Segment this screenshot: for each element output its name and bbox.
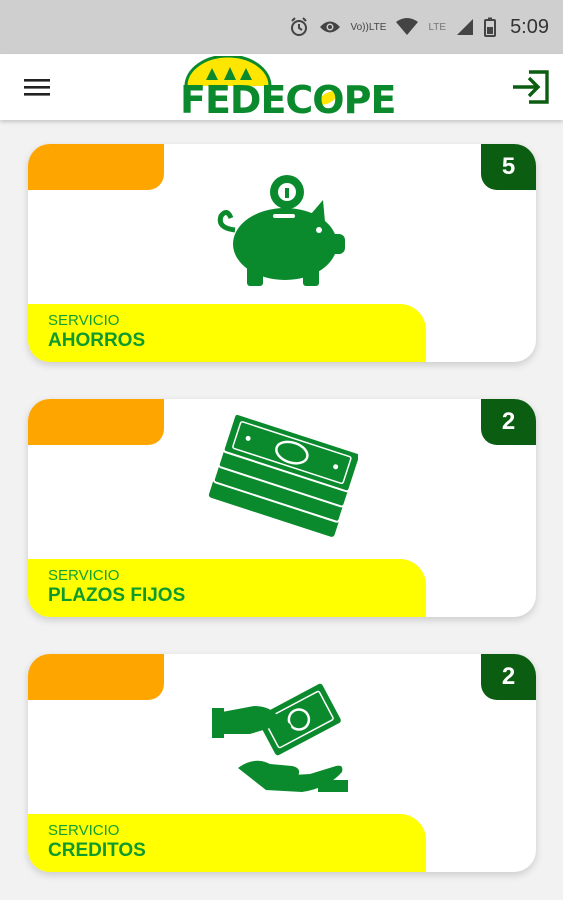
card-label-bar: SERVICIO CREDITOS (28, 814, 426, 872)
eye-icon (319, 19, 341, 35)
logo-text: FEDECOPE (180, 78, 396, 122)
card-label-prefix: SERVICIO (48, 822, 120, 839)
signal-icon (456, 18, 474, 36)
battery-icon (484, 17, 497, 37)
lte-icon: LTE (428, 21, 447, 33)
wifi-icon (396, 18, 419, 36)
card-label-bar: SERVICIO AHORROS (28, 304, 426, 362)
volte-label-bottom: LTE (368, 21, 387, 33)
app-bar: FEDECOPE (0, 54, 563, 122)
status-bar: Vo)) LTE LTE 5:09 (0, 0, 563, 54)
service-card-ahorros[interactable]: 5 SERVICIO AHORROS (28, 144, 536, 362)
card-orange-tab (28, 399, 164, 445)
card-label-prefix: SERVICIO (48, 312, 120, 329)
card-orange-tab (28, 654, 164, 700)
hamburger-menu-icon (24, 79, 50, 96)
login-button[interactable] (509, 68, 553, 106)
service-card-plazos-fijos[interactable]: 2 SERVICIO PLAZOS FIJOS (28, 399, 536, 617)
card-count-badge: 2 (481, 399, 536, 445)
card-label-prefix: SERVICIO (48, 567, 120, 584)
volte-label-top: Vo)) (350, 21, 369, 33)
card-label-title: AHORROS (48, 330, 146, 351)
card-label-title: CREDITOS (48, 840, 146, 861)
service-card-creditos[interactable]: 2 SERVICIO CREDITOS (28, 654, 536, 872)
volte-icon: Vo)) LTE (350, 21, 387, 33)
piggy-bank-icon (206, 158, 358, 288)
money-hand-icon (206, 668, 358, 798)
card-label-title: PLAZOS FIJOS (48, 585, 186, 606)
card-label-bar: SERVICIO PLAZOS FIJOS (28, 559, 426, 617)
status-icons: Vo)) LTE LTE 5:09 (289, 0, 549, 54)
menu-button[interactable] (18, 72, 58, 102)
status-clock: 5:09 (510, 15, 549, 38)
money-stack-icon (206, 413, 358, 543)
lte-label: LTE (428, 21, 447, 33)
card-count-badge: 2 (481, 654, 536, 700)
fedecope-logo: FEDECOPE (180, 56, 396, 122)
card-orange-tab (28, 144, 164, 190)
login-icon (513, 70, 549, 104)
card-count-badge: 5 (481, 144, 536, 190)
alarm-icon (289, 17, 309, 37)
